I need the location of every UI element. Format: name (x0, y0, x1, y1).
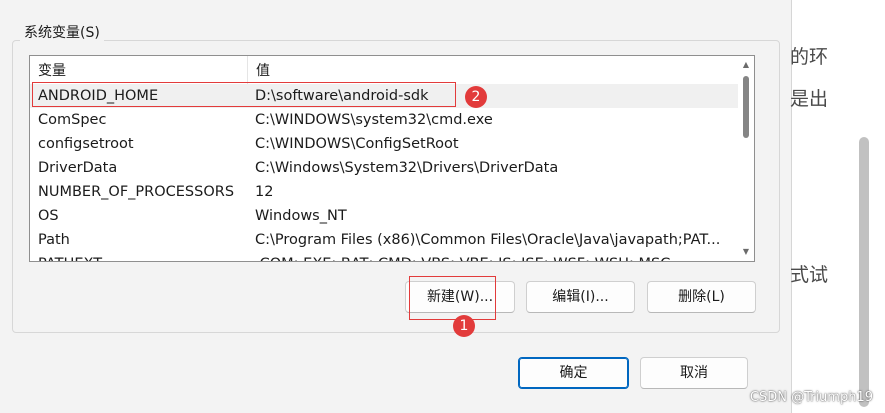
annotation-highlight-android-home (32, 82, 456, 107)
ok-button[interactable]: 确定 (518, 357, 629, 389)
row-variable-value: C:\WINDOWS\system32\cmd.exe (255, 112, 493, 128)
cancel-button[interactable]: 取消 (640, 357, 748, 389)
page-scrollbar-thumb[interactable] (859, 137, 869, 407)
row-variable-value: C:\Windows\System32\Drivers\DriverData (255, 160, 559, 176)
list-header: 变量 值 (30, 56, 738, 84)
list-row-configsetroot[interactable]: configsetroot C:\WINDOWS\ConfigSetRoot (30, 132, 738, 156)
list-row-comspec[interactable]: ComSpec C:\WINDOWS\system32\cmd.exe (30, 108, 738, 132)
list-row-path[interactable]: Path C:\Program Files (x86)\Common Files… (30, 228, 738, 252)
row-variable-name: NUMBER_OF_PROCESSORS (38, 184, 235, 200)
column-header-variable[interactable]: 变量 (30, 56, 248, 84)
row-variable-value: Windows_NT (255, 208, 347, 224)
list-rows: ANDROID_HOME D:\software\android-sdk Com… (30, 84, 738, 261)
group-title: 系统变量(S) (20, 24, 104, 42)
annotation-badge-2: 2 (465, 86, 487, 108)
row-variable-value: C:\Program Files (x86)\Common Files\Orac… (255, 232, 721, 248)
row-variable-name: OS (38, 208, 59, 224)
list-row-pathext[interactable]: PATHEXT .COM;.EXE;.BAT;.CMD;.VBS;.VBE;.J… (30, 252, 738, 261)
row-variable-name: configsetroot (38, 136, 134, 152)
annotation-badge-1: 1 (453, 315, 475, 337)
scroll-down-arrow-icon[interactable]: ▼ (738, 245, 754, 259)
scrollbar-thumb[interactable] (743, 76, 749, 138)
row-variable-value: 12 (255, 184, 274, 200)
row-variable-value: C:\WINDOWS\ConfigSetRoot (255, 136, 459, 152)
list-scrollbar[interactable]: ▲ ▼ (738, 56, 754, 261)
row-variable-name: ComSpec (38, 112, 107, 128)
system-variables-dialog: 系统变量(S) 变量 值 ANDROID_HOME D:\software\an… (0, 0, 792, 413)
watermark: CSDN @Triumph19 (749, 390, 873, 405)
row-variable-name: PATHEXT (38, 252, 248, 261)
background-text-3: 式试 (790, 264, 829, 286)
annotation-highlight-new-button (409, 276, 496, 320)
delete-variable-button[interactable]: 删除(L) (647, 281, 756, 313)
row-variable-name: DriverData (38, 160, 118, 176)
background-text-1: 的环 (790, 46, 829, 68)
column-header-value[interactable]: 值 (248, 56, 738, 84)
list-row-driverdata[interactable]: DriverData C:\Windows\System32\Drivers\D… (30, 156, 738, 180)
edit-variable-button[interactable]: 编辑(I)... (526, 281, 635, 313)
scroll-up-arrow-icon[interactable]: ▲ (738, 58, 754, 72)
row-variable-value: .COM;.EXE;.BAT;.CMD;.VBS;.VBE;.JS;.JSE;.… (255, 252, 730, 261)
list-row-number-of-processors[interactable]: NUMBER_OF_PROCESSORS 12 (30, 180, 738, 204)
list-row-os[interactable]: OS Windows_NT (30, 204, 738, 228)
row-variable-name: Path (38, 232, 70, 248)
background-text-2: 是出 (790, 88, 829, 110)
